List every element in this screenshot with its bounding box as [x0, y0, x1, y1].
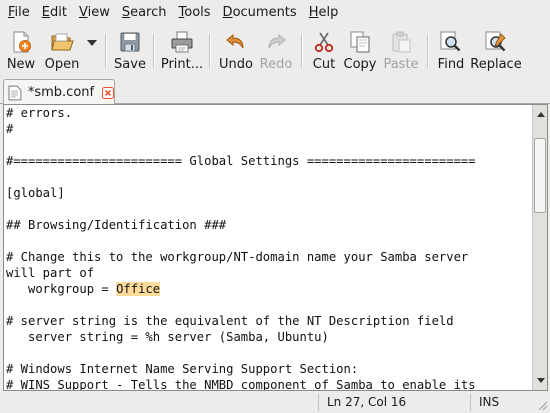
menu-documents-mnemonic: D — [222, 5, 233, 20]
chevron-down-icon — [536, 378, 545, 383]
cut-label: Cut — [312, 57, 336, 72]
menu-view[interactable]: View — [74, 2, 115, 24]
toolbar-separator — [209, 34, 211, 68]
editor-line: [global] — [6, 186, 65, 200]
menubar: File Edit View Search Tools Documents He… — [0, 0, 550, 26]
open-button[interactable]: Open — [40, 26, 84, 76]
menu-search-mnemonic: S — [121, 5, 131, 20]
menu-search-label: earch — [130, 5, 167, 20]
magnifier-icon — [440, 31, 461, 52]
print-button[interactable]: Print... — [160, 26, 204, 76]
menu-documents[interactable]: Documents — [218, 2, 302, 24]
editor-line: # server string is the equivalent of the… — [6, 314, 454, 328]
redo-label: Redo — [259, 57, 293, 72]
menu-file-label: ile — [14, 5, 30, 20]
menu-help-label: elp — [318, 5, 339, 20]
search-highlight: Office — [116, 282, 161, 296]
paste-icon — [392, 31, 411, 53]
editor-line: # Change this to the workgroup/NT-domain… — [6, 250, 469, 264]
editor-line: workgroup = Office — [6, 281, 161, 297]
chevron-down-icon — [87, 40, 97, 46]
find-label: Find — [437, 57, 465, 72]
save-label: Save — [114, 57, 146, 72]
cut-button[interactable]: Cut — [308, 26, 340, 76]
menu-edit[interactable]: Edit — [37, 2, 72, 24]
menu-view-mnemonic: V — [78, 5, 88, 20]
editor-line: ## Browsing/Identification ### — [6, 218, 227, 232]
replace-button[interactable]: Replace — [468, 26, 524, 76]
text-editor[interactable]: # errors. # #======================= Globa… — [4, 105, 529, 390]
editor-line: # WINS Support - Tells the NMBD componen… — [6, 378, 476, 390]
editor-line: # errors. — [6, 106, 73, 120]
new-button[interactable]: New — [2, 26, 40, 76]
open-label: Open — [44, 57, 80, 72]
toolbar-separator — [301, 34, 303, 68]
floppy-disk-icon — [120, 32, 140, 52]
editor-line: will part of — [6, 266, 95, 280]
document-tabbar: *smb.conf — [0, 77, 550, 105]
undo-arrow-icon — [226, 33, 244, 49]
scroll-down-button[interactable] — [533, 373, 547, 388]
scrollbar-thumb[interactable] — [534, 137, 546, 214]
paste-label: Paste — [383, 57, 419, 72]
find-replace-icon — [485, 31, 506, 52]
toolbar-separator — [153, 34, 155, 68]
scroll-up-button[interactable] — [533, 107, 547, 122]
copy-label: Copy — [343, 57, 377, 72]
menu-search[interactable]: Search — [117, 2, 172, 24]
close-icon[interactable] — [102, 86, 114, 99]
replace-label: Replace — [470, 57, 522, 72]
menu-edit-mnemonic: E — [41, 5, 50, 20]
editor-text: workgroup = — [6, 282, 117, 296]
toolbar: New Open Save Print... Undo Redo Cut Cop… — [0, 26, 550, 76]
menu-help[interactable]: Help — [304, 2, 344, 24]
menu-documents-label: ocuments — [232, 5, 297, 20]
print-label: Print... — [160, 57, 204, 72]
toolbar-separator — [427, 34, 429, 68]
editor-line: # Windows Internet Name Serving Support … — [6, 362, 359, 376]
open-recent-dropdown[interactable] — [84, 26, 100, 76]
menu-edit-label: dit — [50, 5, 67, 20]
new-document-icon — [13, 31, 31, 53]
redo-button[interactable]: Redo — [256, 26, 296, 76]
editor-line: #======================= Global Settings… — [6, 154, 476, 168]
editor-line: # — [6, 122, 14, 136]
undo-button[interactable]: Undo — [216, 26, 256, 76]
tab-smb-conf[interactable]: *smb.conf — [3, 79, 115, 105]
folder-open-icon — [51, 33, 74, 51]
vertical-scrollbar[interactable] — [532, 105, 547, 390]
undo-label: Undo — [219, 57, 253, 72]
menu-view-label: iew — [87, 5, 110, 20]
insert-mode-indicator: INS — [470, 394, 532, 411]
toolbar-separator — [105, 34, 107, 68]
tab-label: *smb.conf — [27, 85, 95, 100]
new-label: New — [6, 57, 36, 72]
editor-line: server string = %h server (Samba, Ubuntu… — [6, 330, 329, 344]
editor-frame: # errors. # #======================= Globa… — [3, 104, 548, 391]
scissors-icon — [314, 32, 334, 53]
menu-tools-label: ools — [184, 5, 211, 20]
resize-grip-icon[interactable] — [536, 399, 548, 411]
find-button[interactable]: Find — [434, 26, 468, 76]
menu-tools[interactable]: Tools — [174, 2, 216, 24]
chevron-up-icon — [536, 112, 545, 117]
copy-button[interactable]: Copy — [340, 26, 380, 76]
text-document-icon — [8, 85, 22, 100]
paste-button[interactable]: Paste — [380, 26, 422, 76]
menu-file[interactable]: File — [3, 2, 35, 24]
gedit-window: File Edit View Search Tools Documents He… — [0, 0, 550, 413]
printer-icon — [171, 31, 193, 53]
cursor-position: Ln 27, Col 16 — [318, 394, 470, 411]
menu-help-mnemonic: H — [308, 5, 319, 20]
redo-arrow-icon — [268, 33, 286, 49]
copy-icon — [350, 31, 370, 53]
save-button[interactable]: Save — [112, 26, 148, 76]
statusbar: Ln 27, Col 16 INS — [0, 392, 550, 413]
